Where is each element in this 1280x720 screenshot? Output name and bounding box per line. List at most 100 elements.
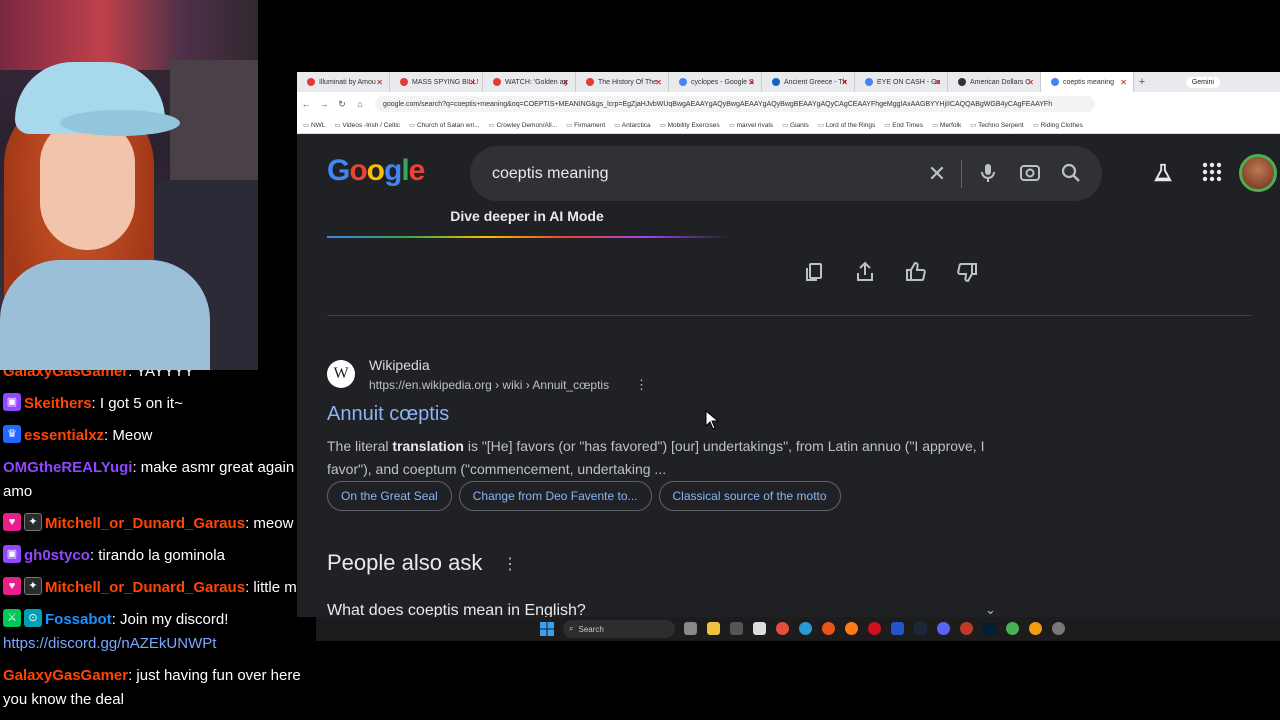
tab-close-icon[interactable]: ✕ xyxy=(376,78,383,87)
thumbs-down-icon[interactable] xyxy=(955,260,979,284)
bookmark-item[interactable]: Church of Satan wri... xyxy=(409,121,480,129)
chat-username[interactable]: essentialxz xyxy=(24,427,104,444)
steam-icon[interactable] xyxy=(914,622,927,635)
tab-close-icon[interactable]: ✕ xyxy=(1120,78,1127,87)
forward-icon[interactable]: → xyxy=(315,99,333,109)
photoshop-icon[interactable] xyxy=(983,622,996,635)
windows-start-icon[interactable] xyxy=(540,622,554,636)
bookmark-item[interactable]: Firmament xyxy=(566,121,605,129)
bookmark-item[interactable]: Techno Serpent xyxy=(970,121,1024,129)
chrome-profile-2-icon[interactable] xyxy=(1029,622,1042,635)
result-more-icon[interactable]: ⋮ xyxy=(635,377,648,393)
tab-close-icon[interactable]: ✕ xyxy=(934,78,941,87)
browser-tab[interactable]: Illuminati by Amou ✕ xyxy=(297,72,390,92)
chrome-icon[interactable] xyxy=(776,622,789,635)
bookmark-item[interactable]: Riding Clothes xyxy=(1033,121,1083,129)
result-site-name[interactable]: Wikipedia xyxy=(369,357,430,373)
browser-tab[interactable]: WATCH: 'Golden ag ✕ xyxy=(483,72,576,92)
chrome-profile-icon[interactable] xyxy=(1006,622,1019,635)
bookmark-item[interactable]: Antarctica xyxy=(614,121,651,129)
chat-link[interactable]: https://discord.gg/nAZEkUNWPt xyxy=(3,635,216,652)
account-avatar[interactable] xyxy=(1239,154,1277,192)
bookmark-item[interactable]: marvel rivals xyxy=(729,121,773,129)
tab-close-icon[interactable]: ✕ xyxy=(748,78,755,87)
browser-tab[interactable]: coeptis meaning ✕ xyxy=(1041,72,1134,92)
opera-icon[interactable] xyxy=(868,622,881,635)
url-field[interactable]: google.com/search?q=coeptis+meaning&oq=C… xyxy=(375,96,1095,112)
store-icon[interactable] xyxy=(753,622,766,635)
share-icon[interactable] xyxy=(853,260,877,284)
people-also-ask-title: People also ask xyxy=(327,550,483,575)
sitelink-chip[interactable]: Change from Deo Favente to... xyxy=(458,481,652,511)
chat-message: ⚔ ⊙ Fossabot: Join my discord! https://disc… xyxy=(3,608,313,656)
task-view-icon[interactable] xyxy=(684,622,697,635)
chat-username[interactable]: gh0styco xyxy=(24,547,90,564)
ai-mode-button[interactable]: Dive deeper in AI Mode xyxy=(327,190,727,238)
tab-close-icon[interactable]: ✕ xyxy=(469,78,476,87)
browser-tab[interactable]: MASS SPYING BILL! ✕ xyxy=(390,72,483,92)
chat-username[interactable]: GalaxyGasGamer xyxy=(3,370,128,380)
tab-close-icon[interactable]: ✕ xyxy=(841,78,848,87)
browser-tab[interactable]: EYE ON CASH - Go ✕ xyxy=(855,72,948,92)
chat-username[interactable]: GalaxyGasGamer xyxy=(3,667,128,684)
result-url[interactable]: https://en.wikipedia.org › wiki › Annuit… xyxy=(369,378,609,392)
search-icon[interactable] xyxy=(1059,161,1083,185)
screen: GalaxyGasGamer: YAYYYY ▣ Skeithers: I got … xyxy=(0,0,1280,720)
sitelink-chip[interactable]: Classical source of the motto xyxy=(658,481,841,511)
tab-close-icon[interactable]: ✕ xyxy=(655,78,662,87)
paa-more-icon[interactable]: ⋮ xyxy=(502,554,518,574)
terminal-icon[interactable] xyxy=(730,622,743,635)
gemini-button[interactable]: Gemini xyxy=(1185,76,1220,88)
chat-username[interactable]: Mitchell_or_Dunard_Garaus xyxy=(45,579,245,596)
sitelink-chip[interactable]: On the Great Seal xyxy=(327,481,452,511)
file-explorer-icon[interactable] xyxy=(707,622,720,635)
bookmark-item[interactable]: Lord of the Rings xyxy=(818,121,876,129)
clear-icon[interactable]: ✕ xyxy=(925,162,949,186)
browser-tab[interactable]: American Dollars C ✕ xyxy=(948,72,1041,92)
tab-label: EYE ON CASH - Go xyxy=(877,78,941,86)
chat-badge-icon: ▣ xyxy=(3,393,21,411)
back-icon[interactable]: ← xyxy=(297,99,315,109)
lens-icon[interactable] xyxy=(1018,161,1042,185)
gear-icon[interactable] xyxy=(1052,622,1065,635)
labs-flask-icon[interactable] xyxy=(1152,162,1174,184)
bookmark-item[interactable]: Giants xyxy=(782,121,809,129)
chat-message: ▣ Skeithers: I got 5 on it~ xyxy=(3,392,313,416)
bookmark-item[interactable]: NWL xyxy=(303,121,325,129)
chevron-down-icon[interactable]: ⌄ xyxy=(985,602,996,617)
reload-icon[interactable]: ↻ xyxy=(333,99,351,110)
home-icon[interactable]: ⌂ xyxy=(351,99,369,109)
bookmark-item[interactable]: Videos -Irish / Celtic xyxy=(334,121,400,129)
discord-icon[interactable] xyxy=(937,622,950,635)
settings-app-icon[interactable] xyxy=(960,622,973,635)
copy-icon[interactable] xyxy=(802,260,826,284)
edge-icon[interactable] xyxy=(799,622,812,635)
tab-close-icon[interactable]: ✕ xyxy=(562,78,569,87)
bookmark-item[interactable]: End Times xyxy=(884,121,923,129)
browser-tab[interactable]: Ancient Greece - Th ✕ xyxy=(762,72,855,92)
taskbar-search[interactable]: ⌕ Search xyxy=(563,620,675,638)
app-r-icon[interactable] xyxy=(891,622,904,635)
chat-username[interactable]: Skeithers xyxy=(24,395,92,412)
firefox-icon[interactable] xyxy=(845,622,858,635)
thumbs-up-icon[interactable] xyxy=(904,260,928,284)
result-title-link[interactable]: Annuit cœptis xyxy=(327,403,449,426)
tab-close-icon[interactable]: ✕ xyxy=(1027,78,1034,87)
browser-tab[interactable]: The History Of The ✕ xyxy=(576,72,669,92)
browser-tab[interactable]: cyclopes - Google S ✕ xyxy=(669,72,762,92)
apps-grid-icon[interactable] xyxy=(1202,162,1222,182)
bookmark-item[interactable]: Merfolk xyxy=(932,121,961,129)
google-logo[interactable]: Google xyxy=(327,154,425,188)
chat-username[interactable]: OMGtheREALYugi xyxy=(3,459,132,476)
chat-username[interactable]: Fossabot xyxy=(45,611,112,628)
microphone-icon[interactable] xyxy=(976,161,1000,185)
bookmark-item[interactable]: Mobility Exercises xyxy=(660,121,720,129)
brave-icon[interactable] xyxy=(822,622,835,635)
result-snippet: The literal translation is "[He] favors … xyxy=(327,438,985,477)
bookmark-item[interactable]: Crowley Demon/All... xyxy=(489,121,557,129)
chat-text: : meow xyxy=(245,515,294,532)
paa-question[interactable]: What does coeptis mean in English? xyxy=(327,602,586,617)
new-tab-icon[interactable]: + xyxy=(1134,76,1150,88)
chat-username[interactable]: Mitchell_or_Dunard_Garaus xyxy=(45,515,245,532)
mouse-cursor-icon xyxy=(705,410,719,430)
